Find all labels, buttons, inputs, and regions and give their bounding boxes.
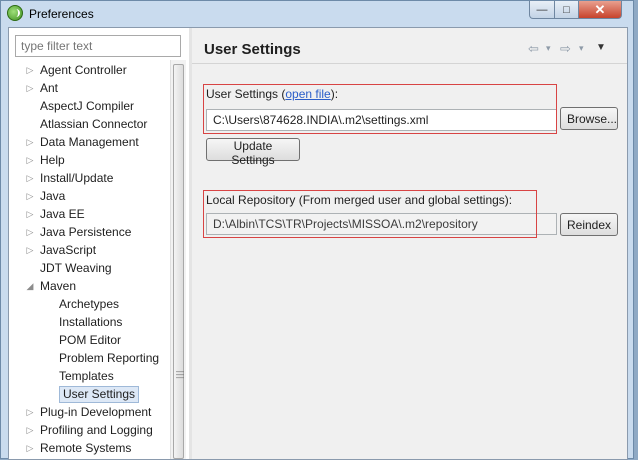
collapsed-arrow-icon[interactable]: ▷ xyxy=(25,79,35,97)
dialog-body: ▷ Agent Controller ▷ Ant AspectJ Compiler Atl… xyxy=(8,27,628,460)
tree-item-label: Atlassian Connector xyxy=(40,117,148,131)
tree-item[interactable]: AspectJ Compiler xyxy=(9,97,175,115)
tree-item-label: Plug-in Development xyxy=(40,405,152,419)
tree-item-label: Remote Systems xyxy=(40,441,132,455)
tree-item-label: Agent Controller xyxy=(40,63,127,77)
collapsed-arrow-icon[interactable]: ▷ xyxy=(25,133,35,151)
maximize-icon: □ xyxy=(563,3,570,16)
update-settings-button[interactable]: Update Settings xyxy=(206,138,300,167)
tree-item[interactable]: ▷ Agent Controller xyxy=(9,61,175,79)
open-file-link[interactable]: open file xyxy=(285,87,330,101)
tree-item-label: Java Persistence xyxy=(40,225,132,239)
tree-item[interactable]: Templates xyxy=(9,367,175,385)
header-separator xyxy=(192,63,627,64)
tree-item-label: Problem Reporting xyxy=(59,351,160,365)
tree-item-label: Archetypes xyxy=(59,297,120,311)
reindex-button[interactable]: Reindex xyxy=(560,213,618,236)
preferences-sidebar: ▷ Agent Controller ▷ Ant AspectJ Compiler Atl… xyxy=(9,28,189,459)
tree-item[interactable]: ▷ JavaScript xyxy=(9,241,175,259)
tree-item[interactable]: ▷ Java Persistence xyxy=(9,223,175,241)
maximize-button[interactable]: □ xyxy=(554,1,579,19)
tree-item[interactable]: ▷ Java xyxy=(9,187,175,205)
back-history-chevron-icon[interactable]: ▾ xyxy=(546,43,551,54)
close-button[interactable]: ✕ xyxy=(578,1,622,19)
tree-item[interactable]: Atlassian Connector xyxy=(9,115,175,133)
local-repository-path-field[interactable] xyxy=(206,213,557,235)
view-menu-icon[interactable]: ▼ xyxy=(596,42,606,53)
filter-input[interactable] xyxy=(15,35,181,57)
tree-item[interactable]: ▷ Help xyxy=(9,151,175,169)
collapsed-arrow-icon[interactable]: ▷ xyxy=(25,421,35,439)
tree-item-label: Maven xyxy=(40,279,77,293)
tree-item[interactable]: ▷ Java EE xyxy=(9,205,175,223)
tree-item-label: AspectJ Compiler xyxy=(40,99,135,113)
tree-item[interactable]: User Settings xyxy=(9,385,175,403)
tree-item-label: Help xyxy=(40,153,65,167)
forward-history-chevron-icon[interactable]: ▾ xyxy=(579,43,584,54)
title-bar[interactable]: Preferences — □ ✕ xyxy=(1,1,633,27)
collapsed-arrow-icon[interactable]: ▷ xyxy=(25,205,35,223)
close-icon: ✕ xyxy=(594,1,606,17)
user-settings-label-suffix: ): xyxy=(330,87,339,101)
eclipse-app-icon xyxy=(7,5,23,21)
tree-item-label: POM Editor xyxy=(59,333,122,347)
tree-item-label: User Settings xyxy=(59,386,140,403)
forward-arrow-icon[interactable]: ⇨ xyxy=(560,41,571,57)
collapsed-arrow-icon[interactable]: ▷ xyxy=(25,151,35,169)
tree-item-label: JDT Weaving xyxy=(40,261,112,275)
tree-item[interactable]: JDT Weaving xyxy=(9,259,175,277)
settings-page: User Settings ⇦ ▾ ⇨ ▾ ▼ User Settings (o… xyxy=(192,28,627,459)
sidebar-scrollbar[interactable]: — — — xyxy=(170,60,186,459)
tree-item[interactable]: Problem Reporting xyxy=(9,349,175,367)
tree-item-label: Install/Update xyxy=(40,171,114,185)
minimize-icon: — xyxy=(536,3,548,16)
tree-item[interactable]: ▷ Remote Systems xyxy=(9,439,175,457)
tree-item[interactable]: ▷ Profiling and Logging xyxy=(9,421,175,439)
tree-item[interactable]: ▷ Ant xyxy=(9,79,175,97)
tree-item[interactable]: ◢ Maven xyxy=(9,277,175,295)
tree-item[interactable]: ▷ Install/Update xyxy=(9,169,175,187)
minimize-button[interactable]: — xyxy=(529,1,555,19)
collapsed-arrow-icon[interactable]: ▷ xyxy=(25,169,35,187)
user-settings-path-input[interactable] xyxy=(206,109,557,131)
collapsed-arrow-icon[interactable]: ▷ xyxy=(25,403,35,421)
page-navigation: ⇦ ▾ ⇨ ▾ ▼ xyxy=(528,41,618,57)
collapsed-arrow-icon[interactable]: ▷ xyxy=(25,187,35,205)
tree-item-label: Data Management xyxy=(40,135,139,149)
user-settings-label-text: User Settings ( xyxy=(206,87,286,101)
tree-item-label: Java xyxy=(40,189,66,203)
preferences-window: Preferences — □ ✕ ▷ Agent Controller ▷ Ant A… xyxy=(0,0,634,460)
collapsed-arrow-icon[interactable]: ▷ xyxy=(25,439,35,457)
tree-item-label: JavaScript xyxy=(40,243,97,257)
scrollbar-thumb[interactable]: — — — xyxy=(173,64,184,459)
collapsed-arrow-icon[interactable]: ▷ xyxy=(25,223,35,241)
tree-item-label: Java EE xyxy=(40,207,85,221)
tree-item[interactable]: ▷ Plug-in Development xyxy=(9,403,175,421)
tree-item-label: Profiling and Logging xyxy=(40,423,153,437)
tree-item[interactable]: ▷ Data Management xyxy=(9,133,175,151)
back-arrow-icon[interactable]: ⇦ xyxy=(528,41,539,57)
user-settings-label: User Settings (open file): xyxy=(206,87,338,101)
scroll-grip-icon: — — — xyxy=(176,367,184,382)
tree-item[interactable]: Installations xyxy=(9,313,175,331)
local-repository-label: Local Repository (From merged user and g… xyxy=(206,193,513,207)
expanded-arrow-icon[interactable]: ◢ xyxy=(25,277,35,295)
page-title: User Settings xyxy=(204,41,301,58)
window-title: Preferences xyxy=(29,7,94,21)
tree-item[interactable]: Archetypes xyxy=(9,295,175,313)
collapsed-arrow-icon[interactable]: ▷ xyxy=(25,61,35,79)
preferences-tree: ▷ Agent Controller ▷ Ant AspectJ Compiler Atl… xyxy=(9,61,175,457)
browse-button[interactable]: Browse... xyxy=(560,107,618,130)
tree-item-label: Ant xyxy=(40,81,59,95)
tree-item-label: Templates xyxy=(59,369,114,383)
tree-item-label: Installations xyxy=(59,315,123,329)
tree-item[interactable]: POM Editor xyxy=(9,331,175,349)
collapsed-arrow-icon[interactable]: ▷ xyxy=(25,241,35,259)
